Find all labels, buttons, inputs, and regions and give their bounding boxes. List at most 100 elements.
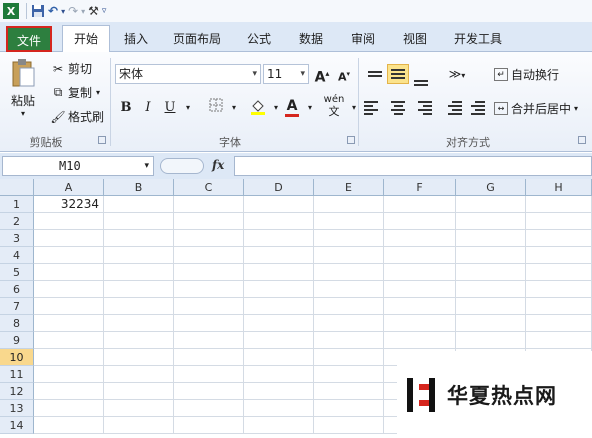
cell[interactable]	[104, 315, 174, 332]
cell[interactable]	[34, 264, 104, 281]
cell[interactable]	[34, 247, 104, 264]
font-name-combo[interactable]: 宋体 ▾	[115, 64, 261, 84]
cell[interactable]	[174, 332, 244, 349]
cell[interactable]	[314, 196, 384, 213]
borders-button[interactable]	[206, 98, 226, 118]
cell[interactable]	[244, 349, 314, 366]
cell[interactable]: 32234	[34, 196, 104, 213]
cell[interactable]	[34, 315, 104, 332]
align-right-button[interactable]	[410, 98, 432, 118]
cell[interactable]	[34, 230, 104, 247]
grow-font-button[interactable]: A▴	[312, 64, 332, 86]
row-header[interactable]: 4	[0, 247, 34, 264]
cell[interactable]	[104, 366, 174, 383]
column-header[interactable]: A	[34, 179, 104, 196]
cell[interactable]	[456, 281, 526, 298]
row-header[interactable]: 12	[0, 383, 34, 400]
cell[interactable]	[174, 400, 244, 417]
column-header[interactable]: B	[104, 179, 174, 196]
align-top-button[interactable]	[364, 64, 386, 84]
tab-home[interactable]: 开始	[62, 25, 110, 53]
cell[interactable]	[174, 196, 244, 213]
cell[interactable]	[456, 264, 526, 281]
cell[interactable]	[174, 417, 244, 434]
column-header[interactable]: H	[526, 179, 592, 196]
phonetic-button[interactable]: wén 文	[322, 94, 346, 118]
formula-bar-splitter[interactable]	[160, 158, 204, 174]
italic-button[interactable]: I	[138, 98, 158, 118]
cell[interactable]	[174, 383, 244, 400]
cell[interactable]	[526, 230, 592, 247]
cell[interactable]	[526, 196, 592, 213]
cell[interactable]	[244, 332, 314, 349]
cell[interactable]	[34, 383, 104, 400]
cell[interactable]	[526, 213, 592, 230]
cell[interactable]	[34, 417, 104, 434]
chevron-down-icon[interactable]: ▾	[300, 98, 320, 118]
column-header[interactable]: E	[314, 179, 384, 196]
cell[interactable]	[526, 264, 592, 281]
underline-button[interactable]: U	[160, 98, 180, 118]
cell[interactable]	[174, 298, 244, 315]
cell[interactable]	[174, 247, 244, 264]
cell[interactable]	[384, 264, 456, 281]
cell[interactable]	[104, 213, 174, 230]
cell[interactable]	[526, 298, 592, 315]
column-header[interactable]: F	[384, 179, 456, 196]
row-header[interactable]: 13	[0, 400, 34, 417]
increase-indent-button[interactable]	[463, 98, 485, 118]
cell[interactable]	[104, 196, 174, 213]
tab-data[interactable]: 数据	[290, 28, 332, 50]
align-bottom-button[interactable]	[410, 66, 432, 86]
cell[interactable]	[244, 383, 314, 400]
cell[interactable]	[526, 332, 592, 349]
cell[interactable]	[174, 230, 244, 247]
cell[interactable]	[34, 298, 104, 315]
align-center-button[interactable]	[387, 98, 409, 118]
wrap-text-button[interactable]: ↵ 自动换行	[494, 66, 559, 83]
cell[interactable]	[314, 349, 384, 366]
cell[interactable]	[104, 298, 174, 315]
chevron-down-icon[interactable]: ▾	[344, 98, 364, 118]
cell[interactable]	[104, 230, 174, 247]
cell[interactable]	[34, 366, 104, 383]
alignment-launcher-icon[interactable]	[578, 136, 586, 144]
cell[interactable]	[34, 400, 104, 417]
cell[interactable]	[384, 281, 456, 298]
redo-icon[interactable]: ↷	[68, 2, 78, 20]
font-launcher-icon[interactable]	[347, 136, 355, 144]
save-icon[interactable]	[31, 2, 45, 20]
cell[interactable]	[174, 213, 244, 230]
cell[interactable]	[104, 417, 174, 434]
cell[interactable]	[104, 349, 174, 366]
cell[interactable]	[314, 383, 384, 400]
redo-dropdown-icon[interactable]: ▾	[81, 2, 85, 20]
name-box[interactable]: M10 ▾	[2, 156, 154, 176]
font-color-button[interactable]: A	[282, 96, 302, 117]
cell[interactable]	[314, 332, 384, 349]
cell[interactable]	[174, 315, 244, 332]
cell[interactable]	[384, 298, 456, 315]
cell[interactable]	[314, 247, 384, 264]
cell[interactable]	[526, 315, 592, 332]
cell[interactable]	[456, 298, 526, 315]
undo-dropdown-icon[interactable]: ▾	[61, 2, 65, 20]
column-header[interactable]: C	[174, 179, 244, 196]
cell[interactable]	[244, 400, 314, 417]
cell[interactable]	[104, 332, 174, 349]
excel-app-icon[interactable]: X	[3, 2, 19, 20]
tab-page-layout[interactable]: 页面布局	[164, 28, 230, 50]
column-header[interactable]: D	[244, 179, 314, 196]
formula-input[interactable]	[234, 156, 592, 176]
cell[interactable]	[384, 213, 456, 230]
select-all-corner[interactable]	[0, 179, 34, 196]
cell[interactable]	[456, 213, 526, 230]
cell[interactable]	[314, 298, 384, 315]
cell[interactable]	[34, 349, 104, 366]
cell[interactable]	[244, 417, 314, 434]
cell[interactable]	[244, 247, 314, 264]
cell[interactable]	[244, 213, 314, 230]
cell[interactable]	[314, 400, 384, 417]
cell[interactable]	[314, 315, 384, 332]
cell[interactable]	[456, 230, 526, 247]
